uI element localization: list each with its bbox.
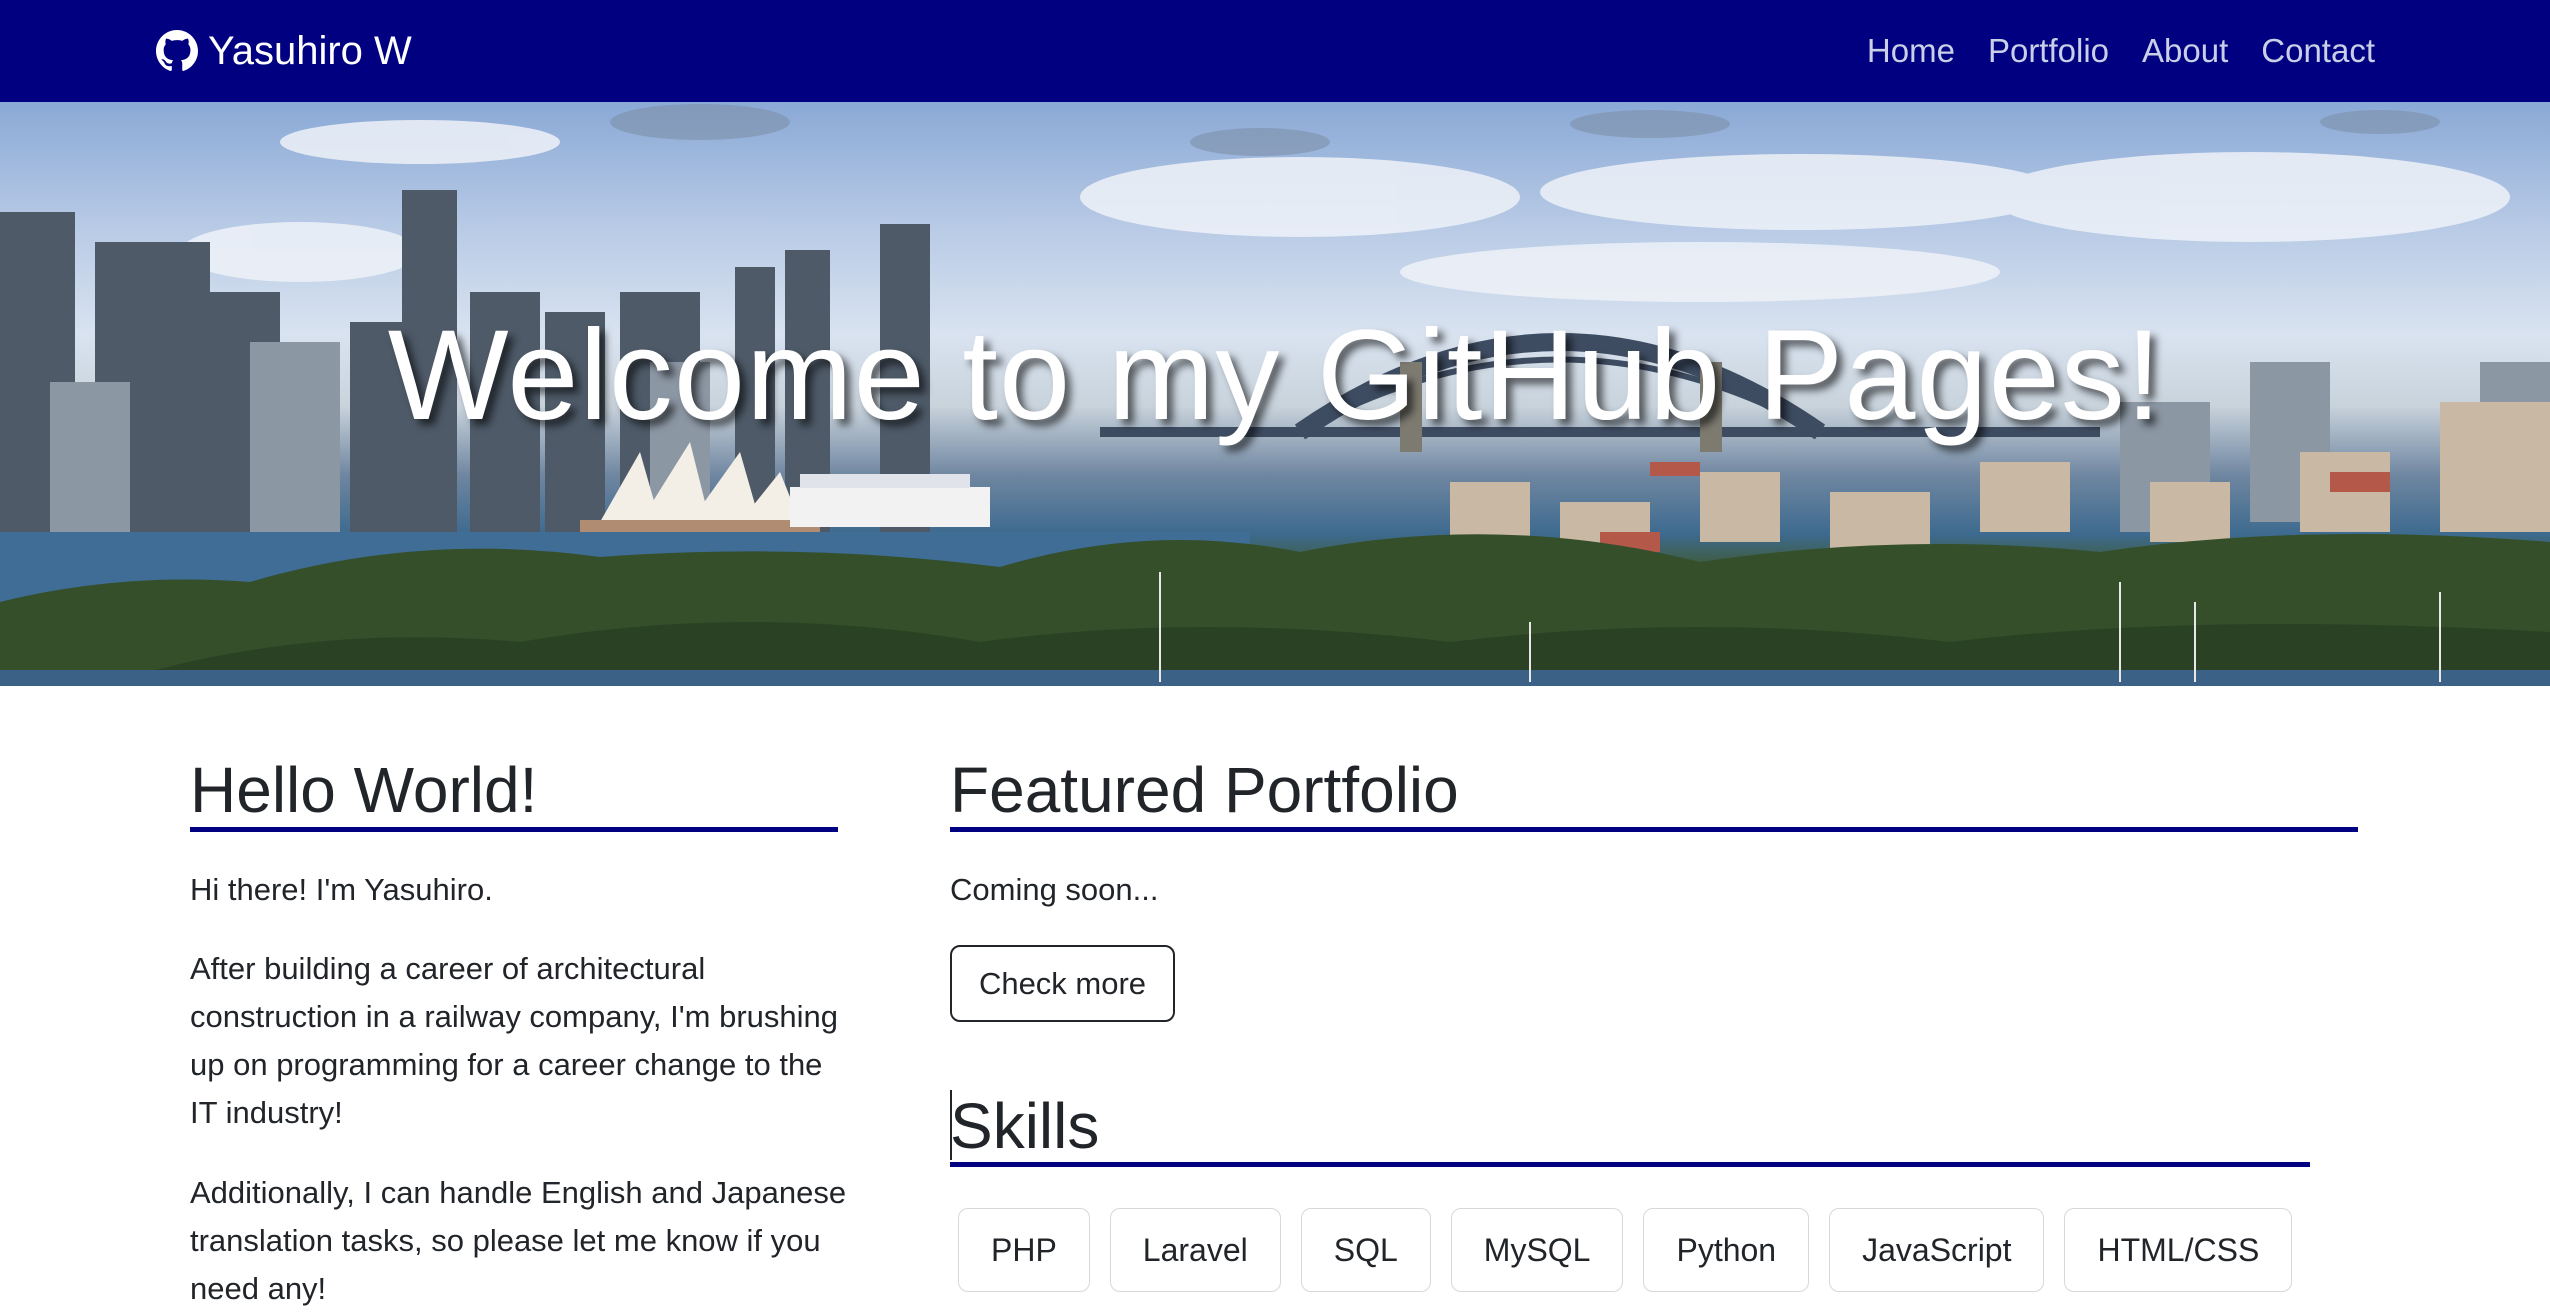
hello-world-underline <box>190 827 838 832</box>
brand-link[interactable]: Yasuhiro W <box>156 22 412 80</box>
skill-badge-laravel: Laravel <box>1109 1208 1281 1292</box>
nav-link-about[interactable]: About <box>2142 32 2228 70</box>
hero-banner: Welcome to my GitHub Pages! <box>0 102 2550 686</box>
portfolio-status: Coming soon... <box>950 872 1159 907</box>
skill-badge-php: PHP <box>958 1208 1090 1292</box>
top-navbar: Yasuhiro W Home Portfolio About Contact <box>0 0 2550 102</box>
featured-portfolio-underline <box>950 827 2358 832</box>
skills-underline <box>950 1162 2310 1167</box>
skill-badge-sql: SQL <box>1300 1208 1431 1292</box>
brand-name: Yasuhiro W <box>208 28 412 73</box>
intro-paragraph-1: Hi there! I'm Yasuhiro. <box>190 872 493 907</box>
skill-badge-python: Python <box>1643 1208 1810 1292</box>
skills-list: PHP Laravel SQL MySQL Python JavaScript … <box>958 1208 2358 1292</box>
featured-portfolio-title: Featured Portfolio <box>950 754 1459 826</box>
nav-link-home[interactable]: Home <box>1867 32 1955 70</box>
nav-link-portfolio[interactable]: Portfolio <box>1988 32 2109 70</box>
skill-badge-javascript: JavaScript <box>1829 1208 2045 1292</box>
intro-paragraph-2: After building a career of architectural… <box>190 951 839 1130</box>
github-icon <box>156 30 208 72</box>
skills-title: Skills <box>950 1090 1100 1162</box>
main-nav: Home Portfolio About Contact <box>1867 22 2375 80</box>
nav-link-contact[interactable]: Contact <box>2261 32 2375 70</box>
check-more-button[interactable]: Check more <box>950 945 1175 1022</box>
skill-badge-mysql: MySQL <box>1450 1208 1624 1292</box>
skill-badge-html-css: HTML/CSS <box>2064 1208 2293 1292</box>
intro-paragraph-3: Additionally, I can handle English and J… <box>190 1175 847 1306</box>
hero-heading: Welcome to my GitHub Pages! <box>387 304 2163 447</box>
hello-world-title: Hello World! <box>190 754 538 826</box>
